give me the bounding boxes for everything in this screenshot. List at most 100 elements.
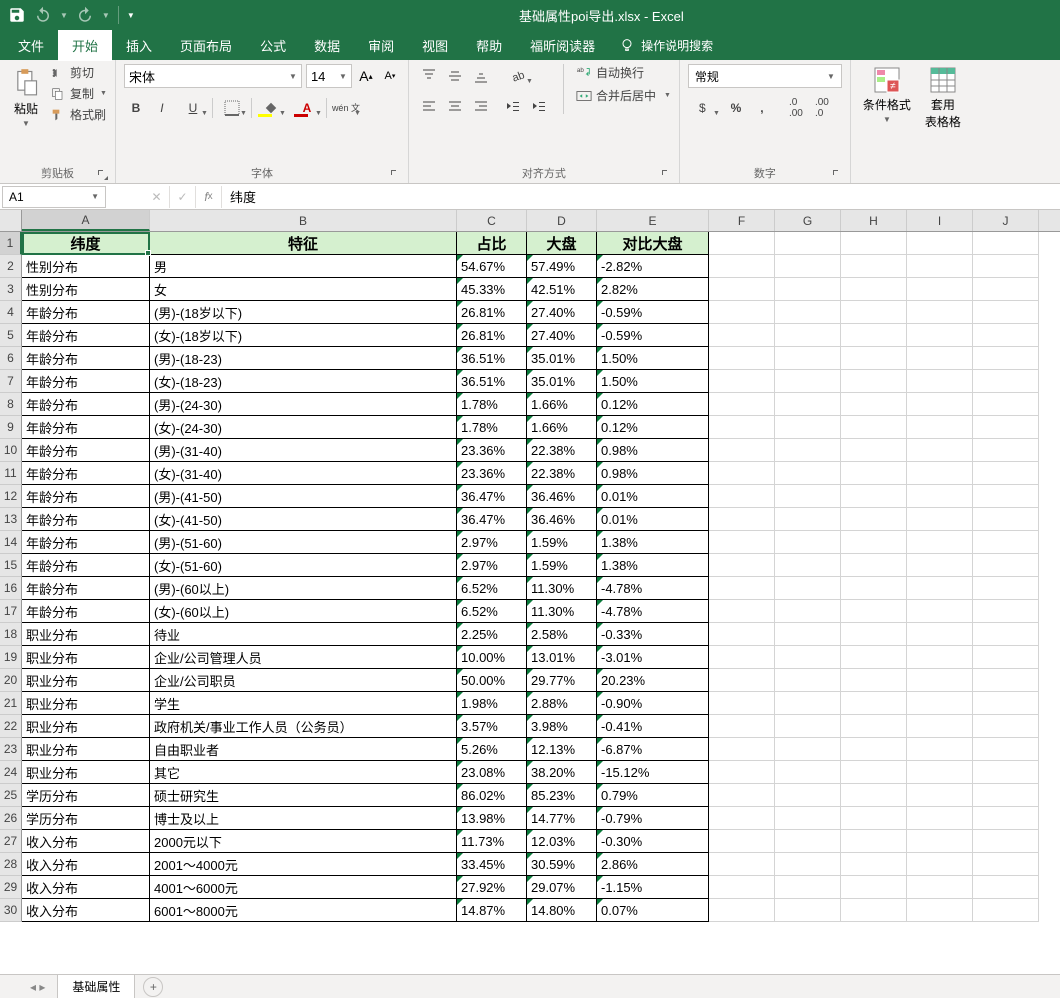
increase-font-icon[interactable]: A▴ [356,64,376,88]
cell[interactable]: 企业/公司职员 [150,669,457,692]
cell[interactable] [775,278,841,301]
cell[interactable] [907,439,973,462]
cell[interactable]: 36.47% [457,508,527,531]
cell[interactable]: 职业分布 [22,692,150,715]
cell[interactable]: 年龄分布 [22,347,150,370]
cell[interactable]: 3.57% [457,715,527,738]
format-painter-button[interactable]: 格式刷 [50,106,107,123]
cell[interactable] [907,853,973,876]
cell[interactable]: -6.87% [597,738,709,761]
cell[interactable]: 11.30% [527,600,597,623]
cell[interactable] [841,876,907,899]
cell[interactable] [775,853,841,876]
cell[interactable] [841,531,907,554]
cell[interactable]: 6.52% [457,577,527,600]
cell[interactable]: 35.01% [527,370,597,393]
cell[interactable] [973,255,1039,278]
cell[interactable] [841,324,907,347]
cell[interactable] [841,646,907,669]
cell[interactable]: -0.90% [597,692,709,715]
cell[interactable] [841,807,907,830]
row-header[interactable]: 11 [0,462,22,485]
cell[interactable] [907,692,973,715]
cell[interactable]: 1.98% [457,692,527,715]
cell[interactable] [775,692,841,715]
cell[interactable] [709,370,775,393]
cell[interactable]: 职业分布 [22,623,150,646]
cell[interactable]: (女)-(41-50) [150,508,457,531]
cell[interactable] [709,439,775,462]
cell[interactable]: (女)-(24-30) [150,416,457,439]
cell[interactable]: 45.33% [457,278,527,301]
cell[interactable] [709,577,775,600]
tab-review[interactable]: 审阅 [354,30,408,61]
sheet-tab-active[interactable]: 基础属性 [57,974,135,998]
comma-format-button[interactable]: , [750,96,774,120]
row-header[interactable]: 18 [0,623,22,646]
cell[interactable]: 57.49% [527,255,597,278]
cell[interactable] [907,830,973,853]
cell[interactable]: -4.78% [597,600,709,623]
cell[interactable]: 1.50% [597,347,709,370]
cell[interactable]: 特征 [150,232,457,255]
cell[interactable] [709,232,775,255]
cell[interactable]: (女)-(18-23) [150,370,457,393]
cell[interactable]: 2.86% [597,853,709,876]
cell[interactable]: 0.07% [597,899,709,922]
cell[interactable] [841,301,907,324]
cell[interactable] [841,623,907,646]
cell[interactable]: 职业分布 [22,761,150,784]
cell[interactable] [709,646,775,669]
cell[interactable] [907,761,973,784]
cell[interactable] [841,485,907,508]
cell[interactable] [907,646,973,669]
cell[interactable]: 其它 [150,761,457,784]
border-button[interactable]: ▼ [215,96,249,120]
cell[interactable]: 年龄分布 [22,600,150,623]
cell[interactable] [841,761,907,784]
tab-file[interactable]: 文件 [4,30,58,61]
cell[interactable] [841,853,907,876]
cell[interactable] [709,830,775,853]
cell[interactable] [907,462,973,485]
number-format-select[interactable]: 常规▼ [688,64,842,88]
cell[interactable] [973,485,1039,508]
cell[interactable]: 22.38% [527,439,597,462]
cell[interactable] [775,370,841,393]
cell[interactable] [775,715,841,738]
cell[interactable] [775,416,841,439]
cell[interactable] [907,301,973,324]
cell[interactable]: 13.98% [457,807,527,830]
cell[interactable] [841,738,907,761]
undo-icon[interactable] [34,6,52,24]
cell[interactable] [709,899,775,922]
cell[interactable] [973,393,1039,416]
fill-color-button[interactable]: ▼ [254,96,288,120]
cell[interactable] [709,738,775,761]
cell[interactable]: 27.92% [457,876,527,899]
cell[interactable] [841,669,907,692]
cell[interactable] [841,255,907,278]
enter-icon[interactable]: ✓ [170,186,196,208]
cell[interactable]: 1.78% [457,416,527,439]
cell[interactable] [775,485,841,508]
cell[interactable] [775,623,841,646]
cell[interactable] [841,370,907,393]
cell[interactable] [841,347,907,370]
align-left-icon[interactable] [417,94,441,118]
cell[interactable]: 26.81% [457,301,527,324]
row-header[interactable]: 13 [0,508,22,531]
cell[interactable]: -15.12% [597,761,709,784]
cell[interactable]: (女)-(18岁以下) [150,324,457,347]
cell[interactable]: 30.59% [527,853,597,876]
row-header[interactable]: 29 [0,876,22,899]
tell-me-search[interactable]: 操作说明搜索 [609,37,723,54]
row-header[interactable]: 1 [0,232,22,255]
cell[interactable] [775,669,841,692]
cancel-icon[interactable]: ✕ [144,186,170,208]
underline-button[interactable]: U▼ [176,96,210,120]
name-box[interactable]: A1▼ [2,186,106,208]
cell[interactable]: 36.51% [457,347,527,370]
cell[interactable] [709,278,775,301]
cell[interactable] [709,301,775,324]
